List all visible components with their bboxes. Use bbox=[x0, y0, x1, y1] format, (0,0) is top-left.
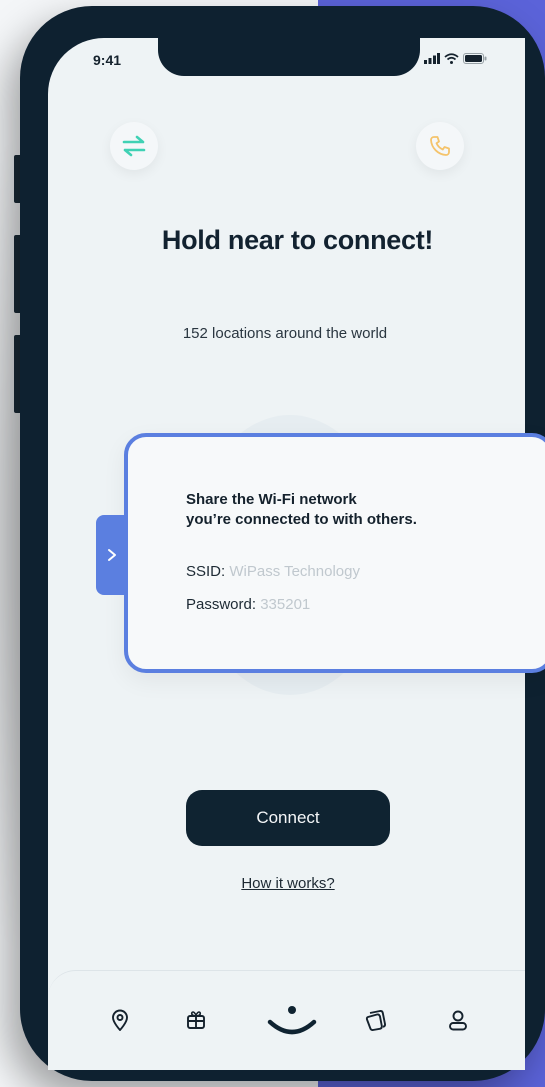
how-it-works-link[interactable]: How it works? bbox=[186, 875, 390, 892]
tab-locations[interactable] bbox=[100, 1000, 140, 1040]
smile-home-icon bbox=[267, 1006, 317, 1035]
ssid-label: SSID: bbox=[186, 563, 226, 580]
phone-icon bbox=[430, 136, 450, 156]
wifi-share-card bbox=[124, 433, 545, 673]
card-heading-line: Share the Wi-Fi network bbox=[186, 491, 357, 508]
card-heading: Share the Wi-Fi network you’re connected… bbox=[186, 490, 506, 530]
phone-notch bbox=[158, 38, 420, 76]
status-time: 9:41 bbox=[93, 52, 122, 68]
chevron-right-icon bbox=[108, 549, 116, 561]
ssid-row: SSID: WiPass Technology bbox=[186, 563, 360, 580]
tab-gifts[interactable] bbox=[176, 1000, 216, 1040]
gift-icon bbox=[187, 1011, 205, 1029]
page-title: Hold near to connect! bbox=[161, 225, 434, 255]
transfer-arrows-icon bbox=[122, 135, 146, 157]
password-value: 335201 bbox=[260, 596, 311, 613]
card-heading-line: you’re connected to with others. bbox=[186, 511, 417, 528]
profile-icon bbox=[449, 1010, 467, 1031]
signal-icon bbox=[424, 53, 440, 64]
tab-profile[interactable] bbox=[438, 1000, 478, 1040]
tab-home[interactable] bbox=[264, 998, 320, 1042]
call-button[interactable] bbox=[416, 122, 464, 170]
cards-icon bbox=[365, 1010, 386, 1031]
password-label: Password: bbox=[186, 596, 257, 613]
connect-button[interactable]: Connect bbox=[186, 790, 390, 846]
password-row: Password: 335201 bbox=[186, 596, 310, 613]
wifi-icon bbox=[444, 53, 459, 64]
transfer-button[interactable] bbox=[110, 122, 158, 170]
ssid-value: WiPass Technology bbox=[229, 563, 360, 580]
location-pin-icon bbox=[112, 1009, 128, 1031]
status-icons bbox=[424, 53, 487, 64]
tab-cards[interactable] bbox=[356, 1000, 396, 1040]
battery-icon bbox=[463, 53, 487, 64]
locations-count: 152 locations around the world bbox=[182, 325, 388, 342]
card-expand-tab[interactable] bbox=[96, 515, 128, 595]
